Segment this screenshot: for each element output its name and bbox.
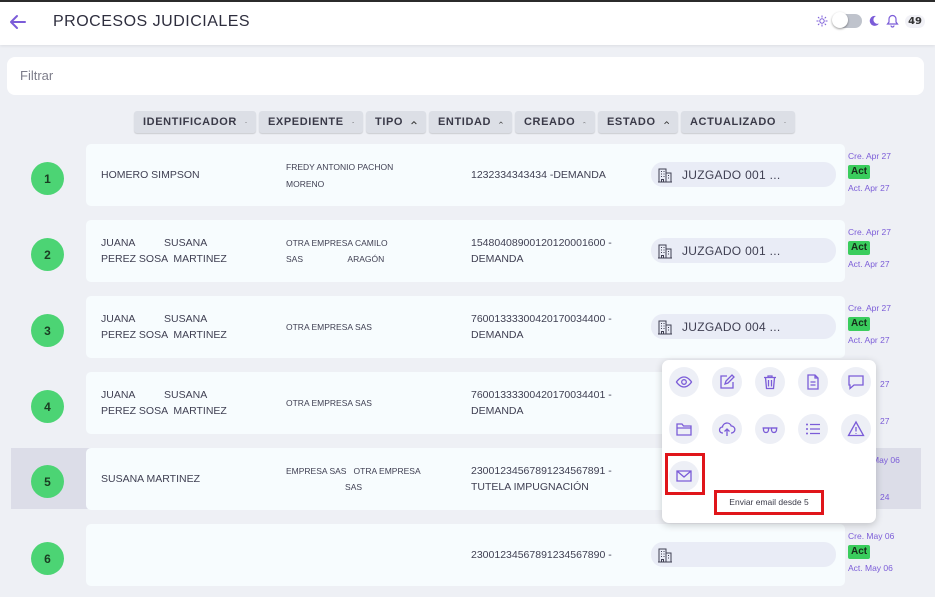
building-icon xyxy=(658,244,672,258)
eye-icon[interactable] xyxy=(669,367,699,397)
chevron-up-icon xyxy=(583,121,586,123)
tipo-line-1: 76001333300420170034401 - xyxy=(471,389,612,401)
cloud-upload-icon[interactable] xyxy=(712,414,742,444)
row-meta: Cre. Apr 27 Act Act. Apr 27 xyxy=(848,226,891,270)
tipo-line-2: TUTELA IMPUGNACIÓN xyxy=(471,481,589,493)
notification-count: 49 xyxy=(905,14,925,28)
expediente-line-2: MORENO xyxy=(286,179,325,189)
expediente-line-1: EMPRESA SAS OTRA EMPRESA xyxy=(286,466,421,476)
warning-icon[interactable] xyxy=(841,414,871,444)
identifier-line-1: JUANA SUSANA xyxy=(101,313,208,325)
top-bar: PROCESOS JUDICIALES 49 xyxy=(0,0,935,45)
building-icon xyxy=(658,548,672,562)
expediente-line-1: FREDY ANTONIO PACHON xyxy=(286,162,394,172)
column-identificador[interactable]: IDENTIFICADOR xyxy=(134,111,256,133)
updated-date: Act. Apr 27 xyxy=(848,259,890,269)
chevron-up-icon xyxy=(411,120,417,124)
expediente-line-2: SAS ARAGÓN xyxy=(286,254,385,264)
glasses-icon[interactable] xyxy=(755,414,785,444)
column-estado[interactable]: ESTADO xyxy=(598,111,678,133)
tipo-line-2: DEMANDA xyxy=(471,329,524,341)
updated-date: 27 xyxy=(880,416,890,426)
back-arrow-icon[interactable] xyxy=(8,12,28,32)
expediente-cell: OTRA EMPRESA SAS xyxy=(286,322,372,332)
comment-icon[interactable] xyxy=(841,367,871,397)
row-number-badge: 2 xyxy=(31,238,64,271)
tipo-cell: 1232334343434 -DEMANDA xyxy=(471,169,606,181)
tooltip: Enviar email desde 5 xyxy=(714,490,824,515)
edit-icon[interactable] xyxy=(712,367,742,397)
row-meta: Cre. May 06 Act Act. May 06 xyxy=(848,530,894,574)
created-date: Cre. Apr 27 xyxy=(848,303,891,313)
column-tipo[interactable]: TIPO xyxy=(366,111,426,133)
sun-icon xyxy=(816,15,828,27)
filter-input[interactable]: Filtrar xyxy=(7,57,924,95)
column-entidad[interactable]: ENTIDAD xyxy=(429,111,512,133)
created-date: May 06 xyxy=(872,455,900,465)
tipo-cell: 23001234567891234567890 - xyxy=(471,549,612,561)
row-meta: Cre. Apr 27 Act Act. Apr 27 xyxy=(848,150,891,194)
filter-placeholder: Filtrar xyxy=(20,68,54,83)
updated-date: Act. May 06 xyxy=(848,563,893,573)
created-date: Cre. Apr 27 xyxy=(848,151,891,161)
entity-chip[interactable] xyxy=(651,542,836,567)
row-number-badge: 1 xyxy=(31,162,64,195)
updated-date: 24 xyxy=(880,492,890,502)
updated-date: Act. Apr 27 xyxy=(848,335,890,345)
identifier-cell: HOMERO SIMPSON xyxy=(101,169,200,181)
chevron-up-icon xyxy=(784,121,786,123)
building-icon xyxy=(658,320,672,334)
column-actualizado[interactable]: ACTUALIZADO xyxy=(681,111,795,133)
building-icon xyxy=(658,168,672,182)
identifier-line-2: PEREZ SOSA MARTINEZ xyxy=(101,405,227,417)
chevron-up-icon xyxy=(499,120,503,124)
created-date: 27 xyxy=(880,379,890,389)
status-badge: Act xyxy=(848,165,871,179)
row-number-badge: 4 xyxy=(31,390,64,423)
expediente-cell: OTRA EMPRESA SAS xyxy=(286,398,372,408)
updated-date: Act. Apr 27 xyxy=(848,183,890,193)
trash-icon[interactable] xyxy=(755,367,785,397)
tipo-line-1: 76001333300420170034400 - xyxy=(471,313,612,325)
chevron-up-icon xyxy=(351,121,354,123)
status-badge: Act xyxy=(848,241,871,255)
bell-icon[interactable] xyxy=(886,14,899,28)
column-headers: IDENTIFICADOR EXPEDIENTE TIPO ENTIDAD CR… xyxy=(134,111,795,133)
column-creado[interactable]: CREADO xyxy=(515,111,595,133)
chevron-up-icon xyxy=(245,121,247,123)
status-badge: Act xyxy=(848,545,871,559)
row-number-badge: 5 xyxy=(31,465,64,498)
created-date: Cre. Apr 27 xyxy=(848,227,891,237)
tipo-line-2: DEMANDA xyxy=(471,253,524,265)
folder-icon[interactable] xyxy=(669,414,699,444)
identifier-line-1: JUANA SUSANA xyxy=(101,389,208,401)
chevron-up-icon xyxy=(663,120,669,124)
identifier-line-2: PEREZ SOSA MARTINEZ xyxy=(101,329,227,341)
mail-button-highlight xyxy=(665,453,705,495)
moon-icon xyxy=(869,15,880,26)
tipo-line-2: DEMANDA xyxy=(471,405,524,417)
row-number-badge: 6 xyxy=(31,542,64,575)
entity-chip[interactable]: JUZGADO 001 ... xyxy=(651,162,836,187)
status-badge: Act xyxy=(848,317,871,331)
expediente-line-1: OTRA EMPRESA CAMILO xyxy=(286,238,388,248)
row-meta: Cre. Apr 27 Act Act. Apr 27 xyxy=(848,302,891,346)
expediente-line-2: SAS xyxy=(286,482,363,492)
entity-chip[interactable]: JUZGADO 004 ... xyxy=(651,314,836,339)
identifier-line-2: PEREZ SOSA MARTINEZ xyxy=(101,253,227,265)
tipo-line-1: 23001234567891234567891 - xyxy=(471,465,612,477)
identifier-line-1: JUANA SUSANA xyxy=(101,237,208,249)
entity-chip[interactable]: JUZGADO 001 ... xyxy=(651,238,836,263)
list-icon[interactable] xyxy=(798,414,828,444)
created-date: Cre. May 06 xyxy=(848,531,895,541)
column-expediente[interactable]: EXPEDIENTE xyxy=(259,111,363,133)
page-title: PROCESOS JUDICIALES xyxy=(53,13,251,30)
tipo-line-1: 15480408900120120001600 - xyxy=(471,237,612,249)
theme-toggle[interactable] xyxy=(832,12,863,28)
identifier-cell: SUSANA MARTINEZ xyxy=(101,473,200,485)
row-number-badge: 3 xyxy=(31,314,64,347)
document-icon[interactable] xyxy=(798,367,828,397)
